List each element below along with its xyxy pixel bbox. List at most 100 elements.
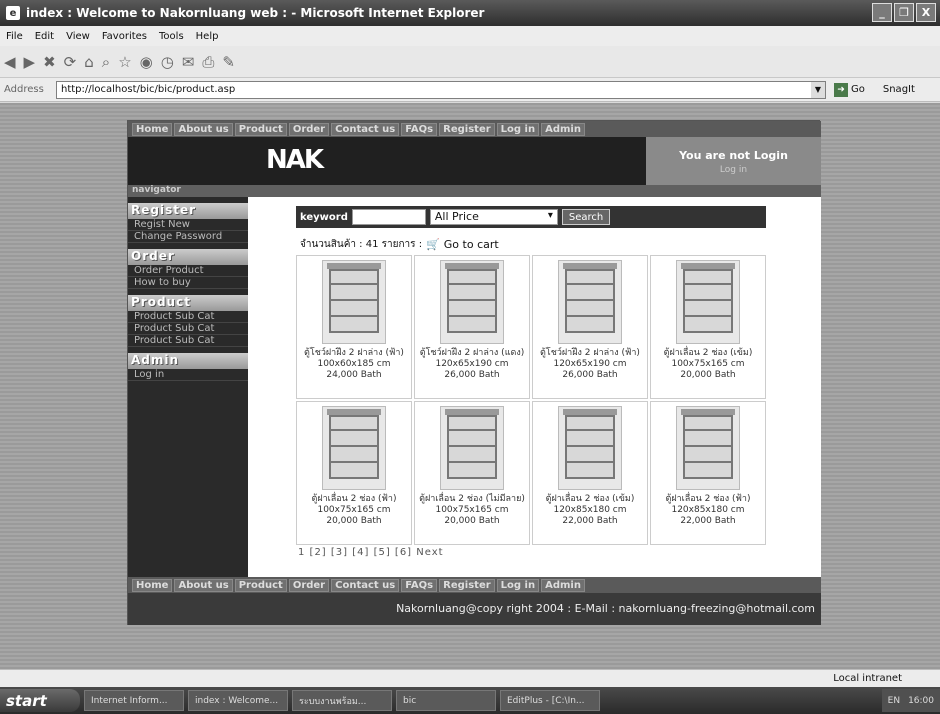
nav-login[interactable]: Log in (496, 122, 540, 136)
favorites-icon[interactable]: ☆ (118, 53, 131, 71)
nav-register[interactable]: Register (439, 578, 495, 592)
window-title: index : Welcome to Nakornluang web : - M… (26, 6, 485, 20)
history-icon[interactable]: ◷ (161, 53, 174, 71)
sidebar-item-change-password[interactable]: Change Password (128, 231, 248, 243)
product-image[interactable] (440, 260, 504, 344)
nav-admin[interactable]: Admin (541, 578, 585, 592)
product-image[interactable] (322, 406, 386, 490)
nav-product[interactable]: Product (234, 578, 287, 592)
product-image[interactable] (558, 406, 622, 490)
product-image[interactable] (558, 260, 622, 344)
product-card[interactable]: ตู้โชว์ฝาฝึง 2 ฝาล่าง (แดง) 120x65x190 c… (414, 255, 530, 399)
login-status-text: You are not Login (679, 149, 788, 162)
search-button[interactable]: Search (561, 209, 611, 225)
product-card[interactable]: ตู้ฝาเลื่อน 2 ช่อง (ฟ้า) 120x85x180 cm 2… (650, 401, 766, 545)
nav-admin[interactable]: Admin (541, 122, 585, 136)
nav-login[interactable]: Log in (496, 578, 540, 592)
product-card[interactable]: ตู้โชว์ฝาฝึง 2 ฝาล่าง (ฟ้า) 100x60x185 c… (296, 255, 412, 399)
mail-icon[interactable]: ✉ (182, 53, 195, 71)
forward-icon[interactable]: ▶ (24, 53, 36, 71)
taskbar-item[interactable]: EditPlus - [C:\In... (500, 690, 600, 711)
media-icon[interactable]: ◉ (140, 53, 153, 71)
product-card[interactable]: ตู้โชว์ฝาฝึง 2 ฝาล่าง (ฟ้า) 120x65x190 c… (532, 255, 648, 399)
language-indicator[interactable]: EN (888, 696, 900, 706)
print-icon[interactable]: ⎙ (202, 53, 214, 71)
stop-icon[interactable]: ✖ (43, 53, 56, 71)
product-image[interactable] (676, 406, 740, 490)
go-label: Go (851, 84, 865, 95)
product-card[interactable]: ตู้ฝาเลื่อน 2 ช่อง (ฟ้า) 100x75x165 cm 2… (296, 401, 412, 545)
login-link[interactable]: Log in (646, 165, 821, 175)
sidebar-item-how-to-buy[interactable]: How to buy (128, 277, 248, 289)
cart-icon[interactable]: 🛒 (426, 238, 440, 251)
product-size: 120x85x180 cm (671, 505, 745, 515)
taskbar-item[interactable]: ระบบงานพร้อม... (292, 690, 392, 711)
price-select[interactable]: All Price (429, 209, 558, 225)
menu-favorites[interactable]: Favorites (102, 31, 147, 42)
product-image[interactable] (676, 260, 740, 344)
nav-order[interactable]: Order (288, 122, 330, 136)
menu-help[interactable]: Help (196, 31, 219, 42)
product-grid: ตู้โชว์ฝาฝึง 2 ฝาล่าง (ฟ้า) 100x60x185 c… (296, 255, 766, 545)
back-icon[interactable]: ◀ (4, 53, 16, 71)
nav-about[interactable]: About us (174, 122, 233, 136)
close-button[interactable]: X (916, 3, 936, 22)
product-card[interactable]: ตู้ฝาเลื่อน 2 ช่อง (เข้ม) 100x75x165 cm … (650, 255, 766, 399)
nav-about[interactable]: About us (174, 578, 233, 592)
menu-edit[interactable]: Edit (35, 31, 54, 42)
site-footer: Nakornluang@copy right 2004 : E-Mail : n… (128, 593, 821, 625)
product-image[interactable] (322, 260, 386, 344)
menu-tools[interactable]: Tools (159, 31, 184, 42)
search-icon[interactable]: ⌕ (102, 53, 110, 71)
go-to-cart-link[interactable]: Go to cart (444, 238, 499, 251)
product-card[interactable]: ตู้ฝาเลื่อน 2 ช่อง (เข้ม) 120x85x180 cm … (532, 401, 648, 545)
nav-home[interactable]: Home (132, 578, 173, 592)
maximize-button[interactable]: ❐ (894, 3, 914, 22)
navigator-label: navigator (128, 185, 821, 197)
sidebar-heading-admin: Admin (128, 353, 248, 369)
refresh-icon[interactable]: ⟳ (64, 53, 77, 71)
taskbar-item[interactable]: index : Welcome... (188, 690, 288, 711)
nav-contact[interactable]: Contact us (331, 578, 400, 592)
nav-contact[interactable]: Contact us (331, 122, 400, 136)
menu-view[interactable]: View (66, 31, 90, 42)
taskbar-item[interactable]: bic (396, 690, 496, 711)
snagit-button[interactable]: SnagIt (883, 84, 915, 95)
nav-order[interactable]: Order (288, 578, 330, 592)
edit-icon[interactable]: ✎ (222, 53, 235, 71)
product-name: ตู้ฝาเลื่อน 2 ช่อง (ฟ้า) (311, 494, 397, 504)
product-card[interactable]: ตู้ฝาเลื่อน 2 ช่อง (ไม่มีลาย) 100x75x165… (414, 401, 530, 545)
pagination[interactable]: 1 [2] [3] [4] [5] [6] Next (298, 547, 444, 558)
sidebar-item-order-product[interactable]: Order Product (128, 265, 248, 277)
product-name: ตู้โชว์ฝาฝึง 2 ฝาล่าง (ฟ้า) (540, 348, 640, 358)
sidebar-item-regist-new[interactable]: Regist New (128, 219, 248, 231)
nav-register[interactable]: Register (439, 122, 495, 136)
menu-file[interactable]: File (6, 31, 23, 42)
product-listing: keyword All Price Search จำนวนสินค้า : 4… (248, 197, 821, 577)
sidebar-item-product-sub-cat[interactable]: Product Sub Cat (128, 311, 248, 323)
nav-product[interactable]: Product (234, 122, 287, 136)
top-nav: Home About us Product Order Contact us F… (128, 121, 821, 137)
sidebar-item-product-sub-cat[interactable]: Product Sub Cat (128, 335, 248, 347)
start-button[interactable]: start (0, 689, 80, 712)
taskbar: start Internet Inform... index : Welcome… (0, 687, 940, 714)
nav-home[interactable]: Home (132, 122, 173, 136)
nav-faqs[interactable]: FAQs (401, 122, 438, 136)
taskbar-item[interactable]: Internet Inform... (84, 690, 184, 711)
status-bar: Local intranet (0, 669, 940, 687)
address-dropdown-icon[interactable]: ▼ (811, 81, 825, 98)
zone-indicator: Local intranet (833, 673, 902, 684)
minimize-button[interactable]: _ (872, 3, 892, 22)
product-count-text: จำนวนสินค้า : 41 รายการ : (300, 239, 423, 250)
keyword-input[interactable] (351, 209, 426, 225)
product-name: ตู้ฝาเลื่อน 2 ช่อง (ฟ้า) (665, 494, 751, 504)
product-size: 100x75x165 cm (435, 505, 509, 515)
sidebar-item-product-sub-cat[interactable]: Product Sub Cat (128, 323, 248, 335)
go-button[interactable]: ➜ Go (834, 82, 865, 97)
sidebar-item-admin-login[interactable]: Log in (128, 369, 248, 381)
nav-faqs[interactable]: FAQs (401, 578, 438, 592)
address-input[interactable]: http://localhost/bic/bic/product.asp ▼ (56, 80, 826, 99)
product-price: 26,000 Bath (444, 370, 500, 380)
product-image[interactable] (440, 406, 504, 490)
home-icon[interactable]: ⌂ (84, 53, 94, 71)
